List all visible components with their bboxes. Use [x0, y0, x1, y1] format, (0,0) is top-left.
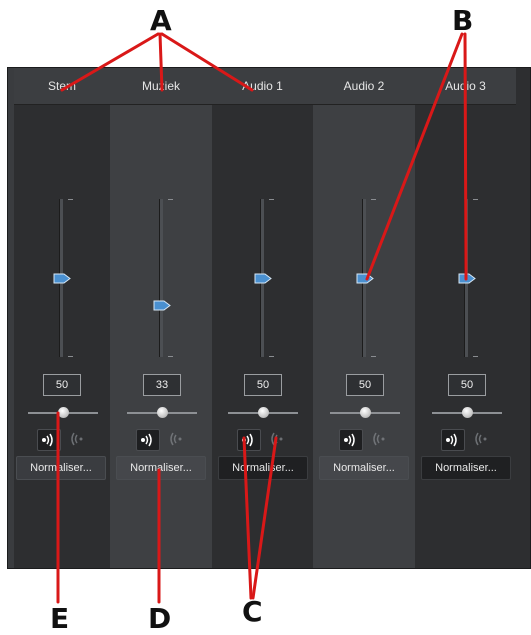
callout-line-b-audio-2: [365, 32, 464, 281]
callout-line-c-mute: [251, 436, 278, 600]
callout-line-b-audio-3: [463, 32, 468, 281]
callout-line-a-audio-1: [160, 32, 254, 92]
callout-line-c-solo: [242, 436, 253, 600]
callout-line-a-stem: [60, 32, 160, 92]
callout-line-a-muziek: [158, 32, 164, 92]
callout-lines: [56, 32, 468, 604]
